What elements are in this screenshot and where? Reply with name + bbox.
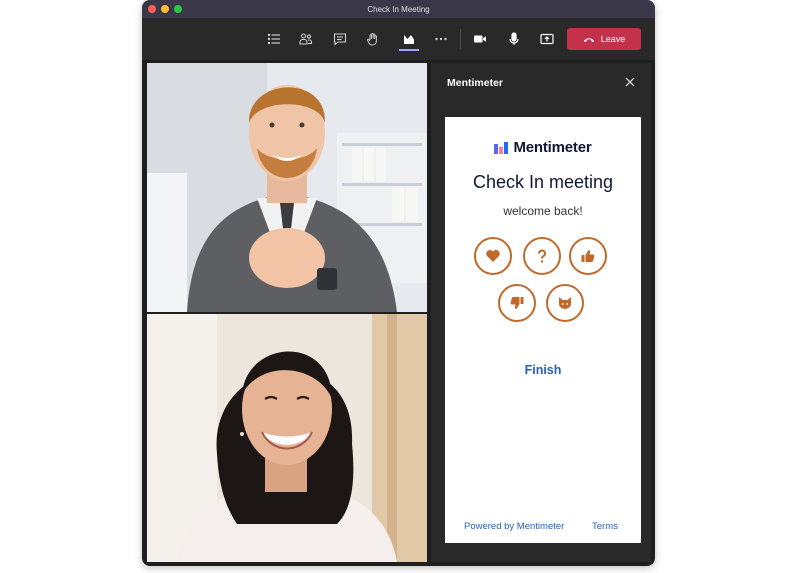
presentation-title: Check In meeting xyxy=(472,172,614,192)
heart-icon xyxy=(486,250,500,262)
mentimeter-brand: Mentimeter xyxy=(445,139,641,156)
more-icon[interactable] xyxy=(432,30,450,48)
microphone-icon[interactable] xyxy=(505,30,523,48)
camera-icon[interactable] xyxy=(471,30,489,48)
list-icon[interactable] xyxy=(265,30,283,48)
heart-reaction-button[interactable] xyxy=(474,237,512,275)
meeting-toolbar: Leave xyxy=(142,18,655,60)
cat-icon xyxy=(559,297,571,309)
leave-label: Leave xyxy=(600,34,626,44)
mentimeter-card: Mentimeter Check In meeting welcome back… xyxy=(445,117,641,543)
title-bar: Check In Meeting xyxy=(142,0,655,18)
participant-woman-image xyxy=(147,314,427,562)
participant-video-man xyxy=(147,63,427,312)
close-icon[interactable] xyxy=(624,76,636,88)
hang-up-icon xyxy=(583,37,594,42)
minimize-window-button[interactable] xyxy=(161,5,169,13)
thumbs-down-reaction-button[interactable] xyxy=(498,284,536,322)
thumbs-down-icon xyxy=(510,297,524,309)
terms-link[interactable]: Terms xyxy=(592,521,618,532)
people-icon[interactable] xyxy=(297,30,315,48)
mentimeter-panel: Mentimeter Mentimeter Check In meeting w… xyxy=(431,63,651,562)
maximize-window-button[interactable] xyxy=(174,5,182,13)
panel-title: Mentimeter xyxy=(447,77,504,89)
question-icon xyxy=(538,249,546,263)
mentimeter-app-icon[interactable] xyxy=(400,30,418,48)
finish-button[interactable]: Finish xyxy=(445,363,641,377)
raise-hand-icon[interactable] xyxy=(364,30,382,48)
presentation-subtitle: welcome back! xyxy=(503,204,583,218)
toolbar-divider xyxy=(460,29,461,49)
thumbs-up-icon xyxy=(581,250,595,262)
question-reaction-button[interactable] xyxy=(523,237,561,275)
powered-by-link[interactable]: Powered by Mentimeter xyxy=(464,521,564,532)
mentimeter-logo-icon xyxy=(494,141,509,154)
active-tab-indicator xyxy=(399,49,419,51)
leave-button[interactable]: Leave xyxy=(567,28,641,50)
thumbs-up-reaction-button[interactable] xyxy=(569,237,607,275)
cat-reaction-button[interactable] xyxy=(546,284,584,322)
share-screen-icon[interactable] xyxy=(538,30,556,48)
window-title: Check In Meeting xyxy=(367,4,430,14)
participant-video-woman xyxy=(147,314,427,562)
close-window-button[interactable] xyxy=(148,5,156,13)
window-controls xyxy=(148,5,182,13)
chat-icon[interactable] xyxy=(331,30,349,48)
participant-man-image xyxy=(147,63,427,312)
brand-name: Mentimeter xyxy=(513,139,592,156)
app-window: Check In Meeting Leave Mentimeter Mentim… xyxy=(142,0,655,566)
